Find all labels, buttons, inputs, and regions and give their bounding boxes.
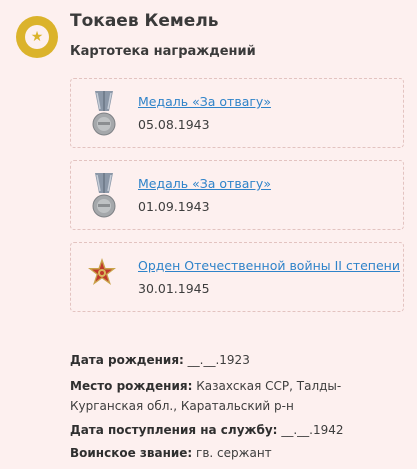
star-icon: ★ [25, 25, 49, 49]
detail-birth-date: Дата рождения: __.__.1923 [70, 350, 410, 370]
rank-value: гв. сержант [196, 446, 272, 460]
person-name: Токаев Кемель [70, 11, 219, 31]
person-badge-icon: ★ [16, 16, 58, 58]
award-date: 01.09.1943 [138, 199, 210, 214]
birth-date-value: __.__.1923 [187, 353, 250, 367]
birth-place-label: Место рождения: [70, 379, 193, 393]
section-title: Картотека награждений [70, 44, 256, 59]
medal-for-courage-icon [92, 173, 116, 218]
detail-birth-place: Место рождения: Казахская ССР, Талды-Кур… [70, 376, 410, 416]
award-link[interactable]: Медаль «За отвагу» [138, 94, 271, 109]
award-card: Медаль «За отвагу» 01.09.1943 [70, 160, 404, 230]
award-link[interactable]: Медаль «За отвагу» [138, 176, 271, 191]
award-date: 05.08.1943 [138, 117, 210, 132]
detail-service-start: Дата поступления на службу: __.__.1942 [70, 420, 410, 440]
award-link[interactable]: Орден Отечественной войны II степени [138, 258, 400, 273]
medal-for-courage-icon [92, 91, 116, 136]
service-start-label: Дата поступления на службу: [70, 423, 278, 437]
rank-label: Воинское звание: [70, 446, 193, 460]
service-start-value: __.__.1942 [281, 423, 344, 437]
detail-rank: Воинское звание: гв. сержант [70, 443, 410, 463]
award-card: Медаль «За отвагу» 05.08.1943 [70, 78, 404, 148]
order-patriotic-war-icon [88, 258, 116, 285]
award-card: Орден Отечественной войны II степени 30.… [70, 242, 404, 312]
birth-date-label: Дата рождения: [70, 353, 184, 367]
award-date: 30.01.1945 [138, 281, 210, 296]
